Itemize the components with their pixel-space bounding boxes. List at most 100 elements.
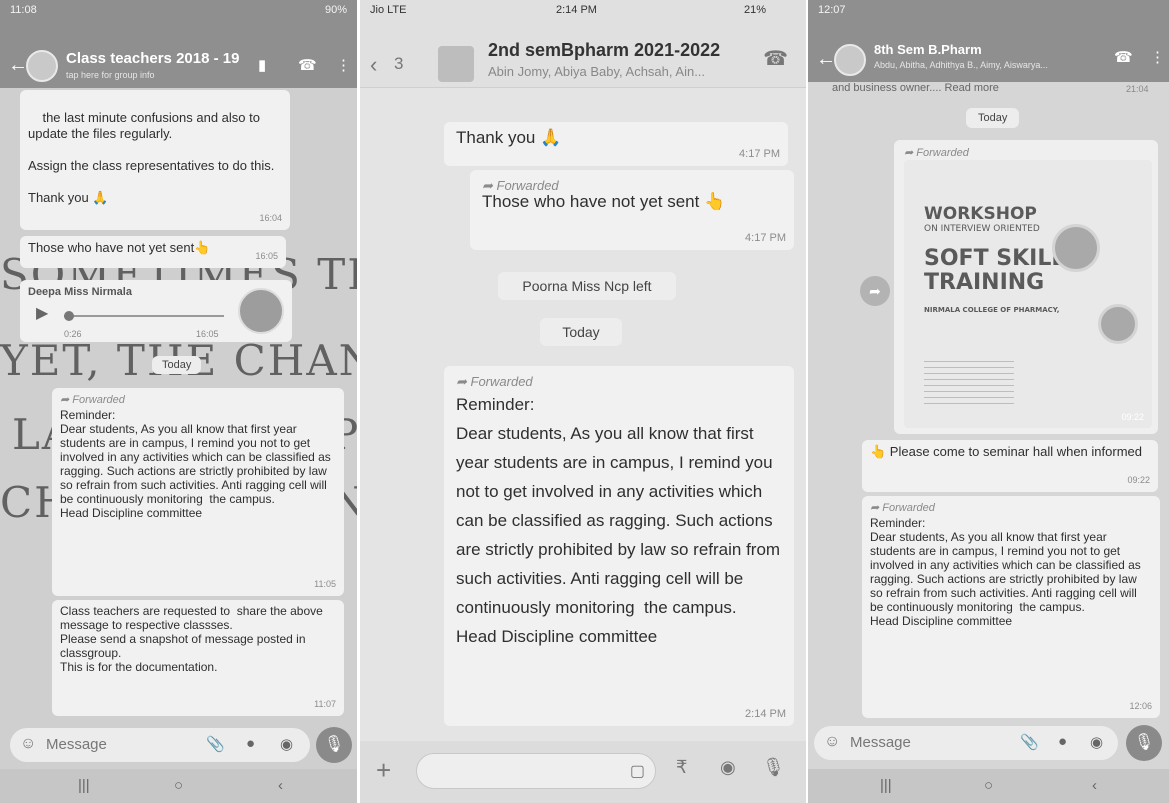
voice-duration: 0:26 <box>64 329 82 339</box>
status-bar: Jio LTE 2:14 PM 21% <box>360 0 806 22</box>
menu-dots-icon[interactable]: ⋮ <box>336 56 351 74</box>
forwarded-message-bubble[interactable]: ➦ Forwarded Reminder: Dear students, As … <box>444 366 794 726</box>
back-chevron-icon[interactable]: ‹ <box>370 52 377 78</box>
sticker-icon[interactable]: ▢ <box>630 761 645 781</box>
chat-title[interactable]: Class teachers 2018 - 19 <box>66 50 239 67</box>
message-text: 👆 Please come to seminar hall when infor… <box>870 444 1142 459</box>
camera-icon[interactable]: ◉ <box>1090 733 1103 751</box>
forwarded-text: Forwarded <box>496 178 559 193</box>
nav-back-icon[interactable]: ‹ <box>278 777 283 794</box>
message-bubble[interactable]: Those who have not yet sent👆 16:05 <box>20 236 286 268</box>
message-time: 11:05 <box>314 579 336 589</box>
chat-header: 12:07 ← 8th Sem B.Pharm Abdu, Abitha, Ad… <box>808 0 1169 82</box>
attach-icon[interactable]: 📎 <box>1020 733 1039 751</box>
home-icon[interactable]: ○ <box>984 777 993 794</box>
chat-panel-2nd-sem: Jio LTE 2:14 PM 21% ‹ 3 2nd semBpharm 20… <box>360 0 806 803</box>
payment-icon[interactable]: ₹ <box>676 757 687 778</box>
emoji-icon[interactable]: ☺ <box>824 733 840 751</box>
message-time: 11:07 <box>314 699 336 709</box>
forwarded-message-bubble[interactable]: ➦ Forwarded Reminder: Dear students, As … <box>862 496 1160 718</box>
recent-apps-icon[interactable]: ||| <box>78 777 90 794</box>
chat-panel-class-teachers: 11:08 90% ← Class teachers 2018 - 19 tap… <box>0 0 357 803</box>
message-time: 4:17 PM <box>739 148 780 160</box>
poster-heading: TRAINING <box>924 270 1045 295</box>
message-input-bar[interactable]: ☺ Message 📎 ● ◉ <box>814 726 1118 760</box>
message-input[interactable]: Message <box>46 736 107 753</box>
status-bar: 12:07 <box>808 0 1169 22</box>
menu-dots-icon[interactable]: ⋮ <box>1150 48 1165 66</box>
group-avatar[interactable] <box>26 50 58 82</box>
forwarded-message-bubble[interactable]: ➦ Forwarded Reminder: Dear students, As … <box>52 388 344 596</box>
date-chip: Today <box>966 108 1020 128</box>
message-time: 09:22 <box>1127 475 1150 485</box>
chat-title[interactable]: 2nd semBpharm 2021-2022 <box>488 40 720 61</box>
forwarded-text: Forwarded <box>470 374 533 389</box>
home-icon[interactable]: ○ <box>174 777 183 794</box>
mic-button[interactable]: 🎙 <box>1126 725 1162 761</box>
group-avatar[interactable] <box>438 46 474 82</box>
chat-title[interactable]: 8th Sem B.Pharm <box>874 42 982 57</box>
voice-progress-track[interactable] <box>64 315 224 317</box>
mic-button[interactable]: 🎙 <box>316 727 352 763</box>
message-text: Those who have not yet sent 👆 <box>482 192 726 211</box>
video-call-icon[interactable]: ▮ <box>258 56 266 74</box>
recent-apps-icon[interactable]: ||| <box>880 777 892 794</box>
message-bubble[interactable]: Thank you 🙏 4:17 PM <box>444 122 788 166</box>
poster-heading: SOFT SKILL <box>924 246 1066 271</box>
message-bubble[interactable]: the last minute confusions and also to u… <box>20 90 290 230</box>
back-arrow-icon[interactable]: ← <box>8 54 28 77</box>
forwarded-label: ➦ Forwarded <box>870 502 935 514</box>
status-time: 11:08 <box>10 4 37 16</box>
status-time: 12:07 <box>818 4 846 16</box>
emoji-icon[interactable]: ☺ <box>20 735 36 753</box>
poster-details <box>924 356 1014 406</box>
speaker-photo <box>1052 224 1100 272</box>
composer-bar: + ▢ ₹ ◉ 🎙 <box>360 741 806 803</box>
mic-icon[interactable]: 🎙 <box>762 757 785 778</box>
message-bubble[interactable]: Class teachers are requested to share th… <box>52 600 344 716</box>
back-arrow-icon[interactable]: ← <box>816 48 836 71</box>
message-text: Reminder: Dear students, As you all know… <box>456 395 781 646</box>
forwarded-label: ➦ Forwarded <box>456 374 533 389</box>
payment-icon[interactable]: ● <box>246 735 255 752</box>
voice-call-icon[interactable]: ☎ <box>1114 48 1133 66</box>
poster-organization: NIRMALA COLLEGE OF PHARMACY, <box>924 306 1060 314</box>
date-chip: Today <box>152 356 202 374</box>
chat-subtitle[interactable]: Abin Jomy, Abiya Baby, Achsah, Ain... <box>488 64 705 79</box>
message-text: Those who have not yet sent👆 <box>28 240 211 255</box>
message-time: 16:05 <box>255 251 278 261</box>
attach-icon[interactable]: 📎 <box>206 735 225 753</box>
camera-icon[interactable]: ◉ <box>280 735 293 753</box>
plus-icon[interactable]: + <box>376 755 391 786</box>
message-time: 4:17 PM <box>745 232 786 244</box>
voice-scrubber[interactable] <box>64 311 74 321</box>
date-chip: Today <box>540 318 622 346</box>
unread-count[interactable]: 3 <box>394 54 403 74</box>
add-call-icon[interactable]: ☎ <box>763 46 788 71</box>
message-snippet: and business owner.... Read more <box>832 82 999 94</box>
message-time: 2:14 PM <box>745 708 786 720</box>
payment-icon[interactable]: ● <box>1058 733 1067 750</box>
forwarded-text: Forwarded <box>72 394 125 406</box>
chat-subtitle[interactable]: Abdu, Abitha, Adhithya B., Aimy, Aiswary… <box>874 60 1048 70</box>
message-bubble[interactable]: 👆 Please come to seminar hall when infor… <box>862 440 1158 492</box>
nav-back-icon[interactable]: ‹ <box>1092 777 1097 794</box>
forwarded-text: Forwarded <box>882 502 935 514</box>
speaker-photo <box>1098 304 1138 344</box>
chat-subtitle[interactable]: tap here for group info <box>66 70 155 80</box>
message-text: Reminder: Dear students, As you all know… <box>60 408 331 520</box>
chat-header: Jio LTE 2:14 PM 21% ‹ 3 2nd semBpharm 20… <box>360 0 806 88</box>
poster-title: WORKSHOP <box>924 204 1037 224</box>
message-input[interactable]: Message <box>850 734 911 751</box>
group-avatar[interactable] <box>834 44 866 76</box>
forwarded-message-bubble[interactable]: ➦ Forwarded Those who have not yet sent … <box>470 170 794 250</box>
camera-icon[interactable]: ◉ <box>720 757 736 778</box>
forward-share-icon[interactable]: ➦ <box>860 276 890 306</box>
voice-message-bubble[interactable]: Deepa Miss Nirmala ▶ 0:26 16:05 <box>20 280 292 342</box>
message-input[interactable]: ▢ <box>416 753 656 789</box>
message-input-bar[interactable]: ☺ Message 📎 ● ◉ <box>10 728 310 762</box>
play-icon[interactable]: ▶ <box>36 306 48 322</box>
workshop-poster-image[interactable]: WORKSHOP ON INTERVIEW ORIENTED SOFT SKIL… <box>904 160 1152 428</box>
forwarded-label: ➦ Forwarded <box>904 147 969 159</box>
voice-call-icon[interactable]: ☎ <box>298 56 317 74</box>
